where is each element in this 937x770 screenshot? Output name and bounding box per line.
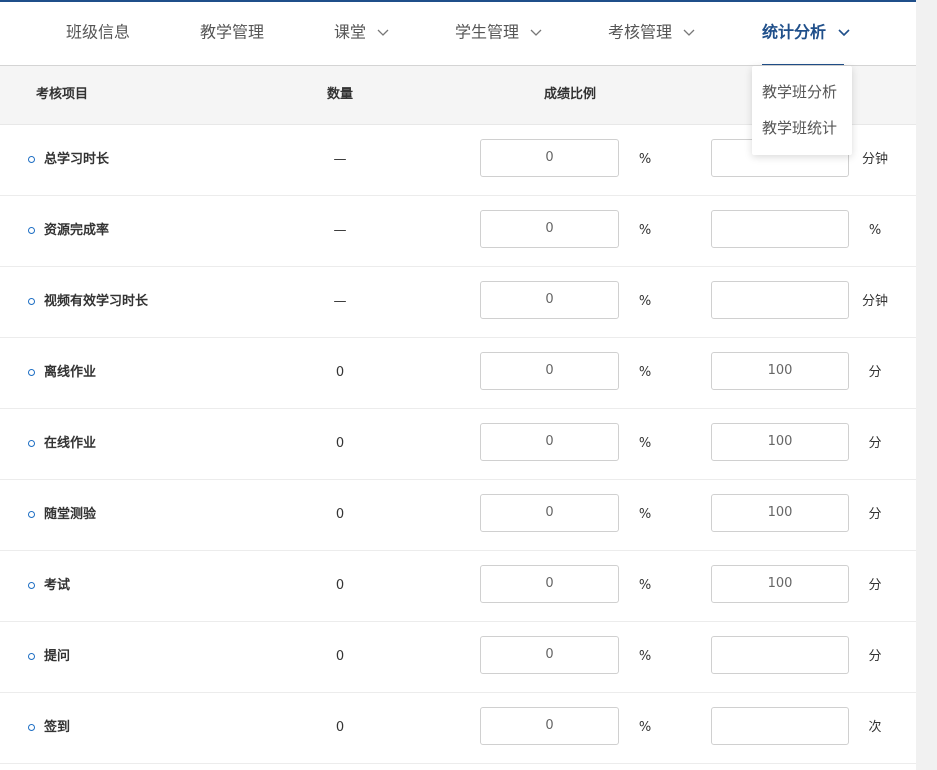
row-count: 0 <box>335 720 345 735</box>
target-input[interactable]: 100 <box>711 565 849 603</box>
percent-label: % <box>638 152 652 167</box>
table-row: 视频有效学习时长 — 0 % 分钟 <box>0 267 916 338</box>
nav-assessment-management[interactable]: 考核管理 <box>608 2 695 65</box>
nav-label: 学生管理 <box>455 22 520 42</box>
percent-label: % <box>638 223 652 238</box>
ratio-input[interactable]: 0 <box>480 494 619 532</box>
chevron-down-icon <box>838 28 850 36</box>
unit-label: 次 <box>868 720 882 735</box>
unit-label: 分 <box>868 436 882 451</box>
ratio-input[interactable]: 0 <box>480 352 619 390</box>
target-input[interactable]: 100 <box>711 352 849 390</box>
row-count: — <box>333 294 347 309</box>
nav-label: 统计分析 <box>762 22 827 42</box>
header-ratio: 成绩比例 <box>543 87 596 102</box>
bullet-icon <box>28 511 35 518</box>
ratio-input[interactable]: 0 <box>480 139 619 177</box>
percent-label: % <box>638 436 652 451</box>
chevron-down-icon <box>530 29 542 36</box>
table-row: 提问 0 0 % 分 <box>0 622 916 693</box>
bullet-icon <box>28 298 35 305</box>
nav-label: 班级信息 <box>66 22 131 42</box>
ratio-input[interactable]: 0 <box>480 423 619 461</box>
unit-label: 分 <box>868 507 882 522</box>
row-name: 离线作业 <box>44 365 97 380</box>
chevron-down-icon <box>683 29 695 36</box>
percent-label: % <box>638 365 652 380</box>
table-row: 在线作业 0 0 % 100 分 <box>0 409 916 480</box>
row-count: 0 <box>335 365 345 380</box>
table-row: 考试 0 0 % 100 分 <box>0 551 916 622</box>
row-count: 0 <box>335 649 345 664</box>
nav-label: 课堂 <box>334 22 367 42</box>
row-name: 签到 <box>44 720 71 735</box>
menu-item-class-analysis[interactable]: 教学班分析 <box>762 74 837 110</box>
row-name: 总学习时长 <box>44 152 110 167</box>
target-input[interactable]: 100 <box>711 494 849 532</box>
nav-label: 教学管理 <box>200 22 265 42</box>
target-input[interactable]: 100 <box>711 423 849 461</box>
chevron-down-icon <box>377 29 389 36</box>
table-row: 资源完成率 — 0 % % <box>0 196 916 267</box>
bullet-icon <box>28 156 35 163</box>
nav-class-info[interactable]: 班级信息 <box>66 2 130 65</box>
table-row: 离线作业 0 0 % 100 分 <box>0 338 916 409</box>
unit-label: 分钟 <box>861 152 888 167</box>
ratio-input[interactable]: 0 <box>480 565 619 603</box>
ratio-input[interactable]: 0 <box>480 636 619 674</box>
unit-label: % <box>868 223 882 238</box>
target-input[interactable] <box>711 210 849 248</box>
percent-label: % <box>638 294 652 309</box>
nav-statistics-analysis[interactable]: 统计分析 <box>762 2 850 65</box>
unit-label: 分 <box>868 365 882 380</box>
table-row: 签到 0 0 % 次 <box>0 693 916 764</box>
row-name: 视频有效学习时长 <box>44 294 149 309</box>
top-nav: 班级信息 教学管理 课堂 学生管理 考核管理 统计分析 <box>0 2 916 66</box>
bullet-icon <box>28 724 35 731</box>
nav-teaching-management[interactable]: 教学管理 <box>200 2 264 65</box>
table-row: 随堂测验 0 0 % 100 分 <box>0 480 916 551</box>
unit-label: 分 <box>868 578 882 593</box>
bullet-icon <box>28 653 35 660</box>
bullet-icon <box>28 440 35 447</box>
row-name: 提问 <box>44 649 71 664</box>
nav-student-management[interactable]: 学生管理 <box>455 2 542 65</box>
bullet-icon <box>28 582 35 589</box>
target-input[interactable] <box>711 636 849 674</box>
row-count: — <box>333 152 347 167</box>
menu-item-class-statistics[interactable]: 教学班统计 <box>762 110 837 146</box>
row-name: 在线作业 <box>44 436 97 451</box>
target-input[interactable] <box>711 707 849 745</box>
row-name: 考试 <box>44 578 71 593</box>
bullet-icon <box>28 227 35 234</box>
scrollbar-track[interactable] <box>916 0 937 770</box>
row-count: 0 <box>335 507 345 522</box>
nav-classroom[interactable]: 课堂 <box>334 2 389 65</box>
percent-label: % <box>638 507 652 522</box>
percent-label: % <box>638 720 652 735</box>
statistics-dropdown-menu: 教学班分析 教学班统计 <box>752 66 852 155</box>
row-name: 资源完成率 <box>44 223 110 238</box>
header-item: 考核项目 <box>36 87 89 102</box>
unit-label: 分 <box>868 649 882 664</box>
target-input[interactable] <box>711 281 849 319</box>
percent-label: % <box>638 578 652 593</box>
ratio-input[interactable]: 0 <box>480 210 619 248</box>
header-count: 数量 <box>326 87 353 102</box>
ratio-input[interactable]: 0 <box>480 707 619 745</box>
nav-label: 考核管理 <box>608 22 673 42</box>
ratio-input[interactable]: 0 <box>480 281 619 319</box>
row-count: 0 <box>335 436 345 451</box>
percent-label: % <box>638 649 652 664</box>
row-count: 0 <box>335 578 345 593</box>
row-count: — <box>333 223 347 238</box>
unit-label: 分钟 <box>861 294 888 309</box>
row-name: 随堂测验 <box>44 507 97 522</box>
bullet-icon <box>28 369 35 376</box>
